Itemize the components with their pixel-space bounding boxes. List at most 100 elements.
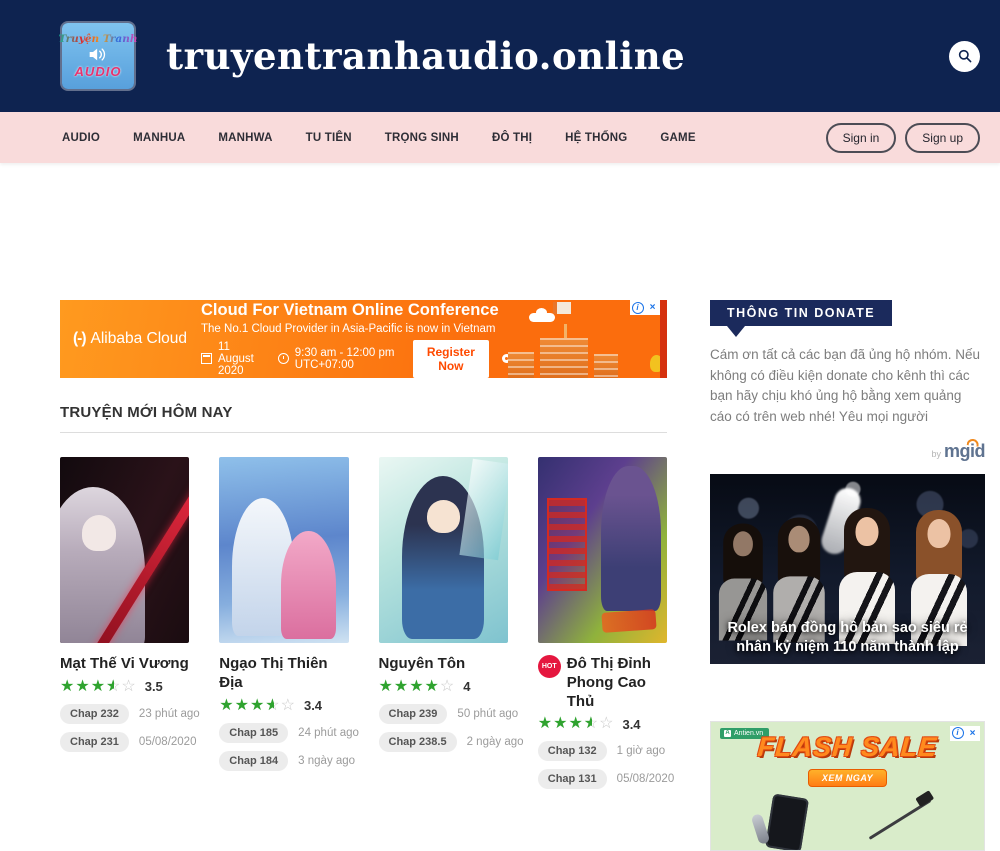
selfie-stick-product-image: [869, 799, 932, 840]
comic-cover[interactable]: [60, 457, 189, 643]
nav-item[interactable]: TU TIÊN: [306, 132, 352, 144]
star-icon: ★: [235, 698, 250, 714]
comic-title-row: Nguyên Tôn: [379, 655, 508, 674]
chapter-row: Chap 131 05/08/2020: [538, 769, 667, 789]
star-empty-icon: ☆: [599, 716, 614, 732]
comic-card: HOT Đô Thị Đỉnh Phong Cao Thủ ★★★★☆☆ 3.4…: [538, 457, 667, 789]
native-ad-title[interactable]: Rolex bán đồng hồ bản sao siêu rẻ nhân k…: [710, 619, 985, 657]
comic-cover[interactable]: [219, 457, 348, 643]
comic-card: Nguyên Tôn ★★★★☆ 4 Chap 239 50 phút ago …: [379, 457, 508, 789]
ad-close-icon[interactable]: ×: [645, 300, 660, 315]
cover-art-decoration: [60, 487, 145, 643]
comic-title[interactable]: Đô Thị Đỉnh Phong Cao Thủ: [567, 655, 667, 711]
nav-item[interactable]: MANHUA: [133, 132, 185, 144]
cover-art-decoration: [547, 498, 587, 591]
banner-ad-subtitle: The No.1 Cloud Provider in Asia-Pacific …: [201, 323, 511, 335]
chapter-list: Chap 232 23 phút ago Chap 231 05/08/2020: [60, 704, 189, 752]
comic-title-row: Mạt Thế Vi Vương: [60, 655, 189, 674]
chapter-row: Chap 132 1 giờ ago: [538, 741, 667, 761]
chapter-time: 3 ngày ago: [298, 755, 355, 767]
chapter-link[interactable]: Chap 184: [219, 751, 288, 771]
comic-title[interactable]: Nguyên Tôn: [379, 655, 466, 674]
rating-value: 4: [463, 679, 470, 694]
section-title: TRUYỆN MỚI HÔM NAY: [60, 404, 667, 433]
alibaba-cloud-logo: (-) Alibaba Cloud: [60, 330, 201, 348]
native-ad[interactable]: Rolex bán đồng hồ bản sao siêu rẻ nhân k…: [710, 474, 985, 664]
mgid-attribution[interactable]: bymgid: [710, 441, 985, 462]
comic-card: Mạt Thế Vi Vương ★★★★☆☆ 3.5 Chap 232 23 …: [60, 457, 189, 789]
calendar-icon: [201, 353, 212, 364]
flash-sale-ad[interactable]: A Antien.vn FLASH SALE XEM NGAY i ×: [710, 721, 985, 851]
phone-product-image: [765, 793, 809, 850]
nav-items: AUDIO MANHUA MANHWA TU TIÊN TRỌNG SINH Đ…: [62, 132, 696, 144]
nav-item[interactable]: HỆ THỐNG: [565, 132, 627, 144]
chapter-link[interactable]: Chap 238.5: [379, 732, 457, 752]
chapter-link[interactable]: Chap 231: [60, 732, 129, 752]
nav-item[interactable]: TRỌNG SINH: [385, 132, 459, 144]
star-empty-icon: ☆: [440, 679, 455, 695]
comic-cover[interactable]: [379, 457, 508, 643]
register-now-button[interactable]: Register Now: [413, 340, 489, 378]
star-icon: ★: [60, 679, 75, 695]
comic-title[interactable]: Mạt Thế Vi Vương: [60, 655, 189, 674]
star-icon: ★: [250, 698, 265, 714]
rating-stars: ★★★★☆☆: [219, 698, 296, 714]
logo-audio-text: AUDIO: [75, 64, 122, 79]
landmark-building-shape: [540, 338, 588, 378]
ad-info-icon[interactable]: i: [630, 300, 645, 315]
adchoices: i ×: [630, 300, 660, 315]
ad-close-icon[interactable]: ×: [965, 726, 980, 741]
ad-info-icon[interactable]: i: [950, 726, 965, 741]
flash-sale-title: FLASH SALE: [710, 732, 985, 763]
chapter-time: 05/08/2020: [617, 773, 675, 785]
banner-ad[interactable]: (-) Alibaba Cloud Cloud For Vietnam Onli…: [60, 300, 667, 378]
giftbox-icon: [553, 302, 571, 314]
building-shape: [594, 354, 618, 378]
nav-item[interactable]: GAME: [660, 132, 695, 144]
nav-item[interactable]: ĐÔ THỊ: [492, 132, 532, 144]
banner-ad-date: 11 August 2020: [218, 341, 268, 377]
search-icon: [957, 48, 973, 64]
banner-ad-time: 9:30 am - 12:00 pm UTC+07:00: [295, 347, 397, 371]
page-title: truyentranhaudio.online: [166, 34, 685, 78]
banner-ad-title: Cloud For Vietnam Online Conference: [201, 301, 511, 320]
comic-card-list: Mạt Thế Vi Vương ★★★★☆☆ 3.5 Chap 232 23 …: [60, 457, 667, 789]
content-area: (-) Alibaba Cloud Cloud For Vietnam Onli…: [0, 300, 1000, 851]
chapter-link[interactable]: Chap 131: [538, 769, 607, 789]
chapter-row: Chap 238.5 2 ngày ago: [379, 732, 508, 752]
star-icon: ★: [379, 679, 394, 695]
chapter-link[interactable]: Chap 232: [60, 704, 129, 724]
rating-stars: ★★★★☆☆: [60, 679, 137, 695]
building-shape: [508, 352, 534, 378]
nav-item[interactable]: MANHWA: [218, 132, 272, 144]
star-icon: ★: [553, 716, 568, 732]
chapter-link[interactable]: Chap 132: [538, 741, 607, 761]
star-icon: ★: [425, 679, 440, 695]
chapter-link[interactable]: Chap 185: [219, 723, 288, 743]
alibaba-brand-text: Alibaba Cloud: [91, 330, 188, 348]
chapter-link[interactable]: Chap 239: [379, 704, 448, 724]
comic-rating: ★★★★☆☆ 3.4: [219, 698, 348, 714]
comic-title[interactable]: Ngạo Thị Thiên Địa: [219, 655, 348, 693]
alibaba-bracket-icon: (-): [73, 330, 86, 348]
site-logo[interactable]: Truyện Tranh AUDIO: [62, 23, 134, 89]
sign-up-button[interactable]: Sign up: [905, 123, 980, 153]
xem-ngay-button[interactable]: XEM NGAY: [808, 769, 887, 787]
mgid-logo: mgid: [944, 441, 985, 461]
star-icon: ★: [568, 716, 583, 732]
nav-item[interactable]: AUDIO: [62, 132, 100, 144]
sign-in-button[interactable]: Sign in: [826, 123, 897, 153]
comic-cover[interactable]: [538, 457, 667, 643]
banner-ad-copy: Cloud For Vietnam Online Conference The …: [201, 301, 511, 378]
adchoices: i ×: [950, 726, 980, 741]
hot-badge: HOT: [538, 655, 561, 678]
rating-value: 3.5: [145, 679, 163, 694]
rating-stars: ★★★★☆☆: [538, 716, 615, 732]
banner-ad-schedule: 11 August 2020 9:30 am - 12:00 pm UTC+07…: [201, 340, 511, 378]
search-button[interactable]: [949, 41, 980, 72]
chapter-time: 50 phút ago: [457, 708, 518, 720]
donate-text: Cám ơn tất cả các bạn đã ủng hộ nhóm. Nế…: [710, 345, 985, 427]
donate-heading-ribbon: THÔNG TIN DONATE: [710, 300, 892, 326]
mgid-by-label: by: [931, 449, 941, 459]
comic-card: Ngạo Thị Thiên Địa ★★★★☆☆ 3.4 Chap 185 2…: [219, 457, 348, 789]
